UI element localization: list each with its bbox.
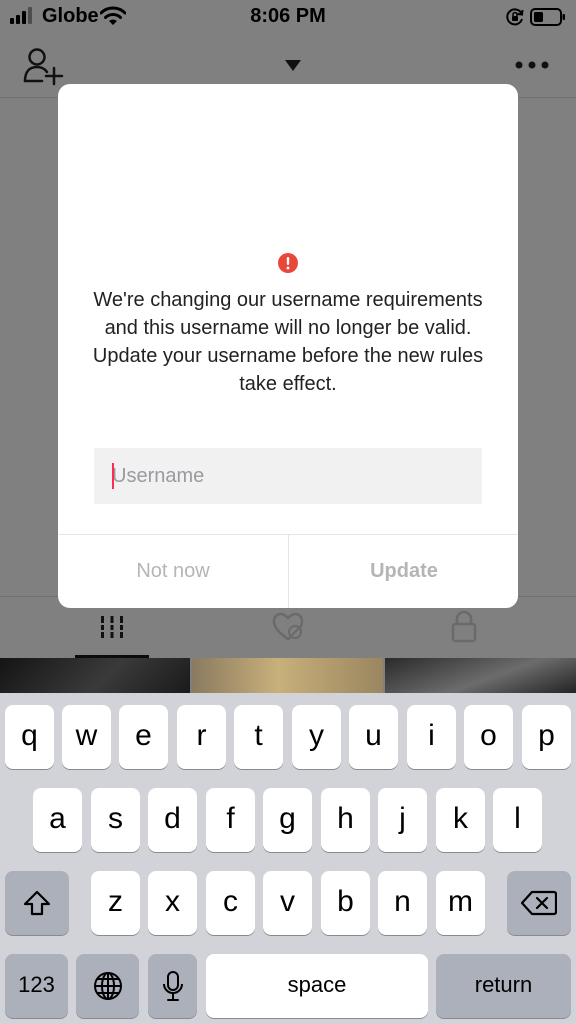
add-user-icon[interactable] xyxy=(22,46,64,86)
key-h[interactable]: h xyxy=(321,788,370,852)
video-thumbnail[interactable] xyxy=(192,658,383,694)
key-q[interactable]: q xyxy=(5,705,54,769)
key-x[interactable]: x xyxy=(148,871,197,935)
not-now-button[interactable]: Not now xyxy=(58,535,288,608)
key-m[interactable]: m xyxy=(436,871,485,935)
key-c[interactable]: c xyxy=(206,871,255,935)
key-z[interactable]: z xyxy=(91,871,140,935)
key-b[interactable]: b xyxy=(321,871,370,935)
key-k[interactable]: k xyxy=(436,788,485,852)
key-u[interactable]: u xyxy=(349,705,398,769)
liked-hidden-icon[interactable] xyxy=(268,607,308,647)
key-v[interactable]: v xyxy=(263,871,312,935)
more-icon[interactable] xyxy=(514,60,550,70)
key-e[interactable]: e xyxy=(119,705,168,769)
backspace-key[interactable] xyxy=(507,871,571,935)
numbers-key[interactable]: 123 xyxy=(5,954,68,1018)
update-button[interactable]: Update xyxy=(289,535,518,608)
microphone-icon xyxy=(162,971,183,1001)
globe-key[interactable] xyxy=(76,954,139,1018)
alert-icon xyxy=(278,253,298,273)
key-y[interactable]: y xyxy=(292,705,341,769)
dictation-key[interactable] xyxy=(148,954,197,1018)
username-update-dialog: We're changing our username requirements… xyxy=(58,84,518,608)
dialog-message: We're changing our username requirements… xyxy=(92,289,484,395)
key-n[interactable]: n xyxy=(378,871,427,935)
backspace-icon xyxy=(521,890,557,916)
key-o[interactable]: o xyxy=(464,705,513,769)
username-input[interactable] xyxy=(94,448,482,504)
key-t[interactable]: t xyxy=(234,705,283,769)
lock-icon[interactable] xyxy=(444,607,484,647)
globe-icon xyxy=(93,972,122,1000)
status-time: 8:06 PM xyxy=(250,5,326,27)
return-key[interactable]: return xyxy=(436,954,571,1018)
rotation-lock-icon xyxy=(506,8,524,26)
grid-icon[interactable] xyxy=(92,607,132,647)
dropdown-caret-icon[interactable] xyxy=(284,58,302,72)
key-i[interactable]: i xyxy=(407,705,456,769)
keyboard: q w e r t y u i o p a s d f g h j k l z … xyxy=(0,693,576,1024)
battery-icon xyxy=(530,8,565,26)
text-cursor xyxy=(112,463,114,489)
key-j[interactable]: j xyxy=(378,788,427,852)
key-f[interactable]: f xyxy=(206,788,255,852)
status-bar: Globe 8:06 PM xyxy=(0,0,576,34)
key-w[interactable]: w xyxy=(62,705,111,769)
shift-icon xyxy=(23,890,51,916)
space-key[interactable]: space xyxy=(206,954,428,1018)
key-g[interactable]: g xyxy=(263,788,312,852)
video-thumbnail[interactable] xyxy=(0,658,190,694)
key-s[interactable]: s xyxy=(91,788,140,852)
key-a[interactable]: a xyxy=(33,788,82,852)
key-p[interactable]: p xyxy=(522,705,571,769)
key-l[interactable]: l xyxy=(493,788,542,852)
video-thumbnail[interactable] xyxy=(385,658,576,694)
key-r[interactable]: r xyxy=(177,705,226,769)
key-d[interactable]: d xyxy=(148,788,197,852)
shift-key[interactable] xyxy=(5,871,69,935)
